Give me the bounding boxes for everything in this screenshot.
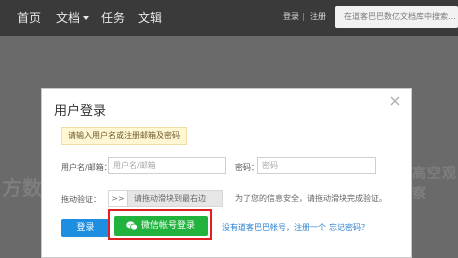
username-field[interactable] xyxy=(108,157,226,174)
login-button[interactable]: 登录 xyxy=(61,219,110,237)
nav-collections[interactable]: 文辑 xyxy=(138,10,162,26)
top-nav-bar: 首页 文档 任务 文辑 登录 | 注册 在道客巴巴数亿文档库中搜索... xyxy=(0,0,458,36)
close-icon[interactable] xyxy=(389,95,401,107)
search-placeholder: 在道客巴巴数亿文档库中搜索... xyxy=(344,12,456,21)
slider-handle[interactable]: >> xyxy=(109,191,128,206)
wechat-login-button[interactable]: 微信帐号登录 xyxy=(114,216,208,236)
wechat-icon xyxy=(126,221,138,231)
slider-instruction: 请拖动滑块到最右边 xyxy=(134,194,206,203)
security-note: 为了您的信息安全，请拖动滑块完成验证。 xyxy=(235,194,387,203)
nav-login-link[interactable]: 登录 xyxy=(283,11,299,23)
username-label: 用户名/邮箱： xyxy=(61,163,112,172)
nav-home[interactable]: 首页 xyxy=(17,10,41,26)
nav-tasks[interactable]: 任务 xyxy=(101,10,125,26)
nav-documents[interactable]: 文档 xyxy=(56,10,90,26)
login-modal: 用户登录 请输入用户名或注册邮箱及密码 用户名/邮箱： 密码： 拖动验证： >>… xyxy=(41,88,412,258)
background-text-right: 高空观察 xyxy=(412,166,457,202)
chevron-down-icon xyxy=(83,16,90,20)
nav-register-link[interactable]: 注册 xyxy=(310,11,326,23)
nav-separator: | xyxy=(302,12,305,21)
password-label: 密码： xyxy=(235,163,259,172)
login-hint: 请输入用户名或注册邮箱及密码 xyxy=(61,127,187,145)
nav-documents-label: 文档 xyxy=(56,11,81,25)
background-text-left: 方数 xyxy=(2,176,42,200)
search-input[interactable]: 在道客巴巴数亿文档库中搜索... xyxy=(335,6,458,28)
drag-verify-slider: >> 请拖动滑块到最右边 xyxy=(108,190,223,207)
modal-title: 用户登录 xyxy=(54,104,107,119)
register-account-link[interactable]: 没有道客巴巴帐号，注册一个 xyxy=(222,222,326,234)
password-field[interactable] xyxy=(257,157,376,174)
drag-verify-label: 拖动验证： xyxy=(61,195,101,204)
wechat-button-label: 微信帐号登录 xyxy=(141,221,196,231)
forgot-password-link[interactable]: 忘记密码？ xyxy=(329,222,369,234)
